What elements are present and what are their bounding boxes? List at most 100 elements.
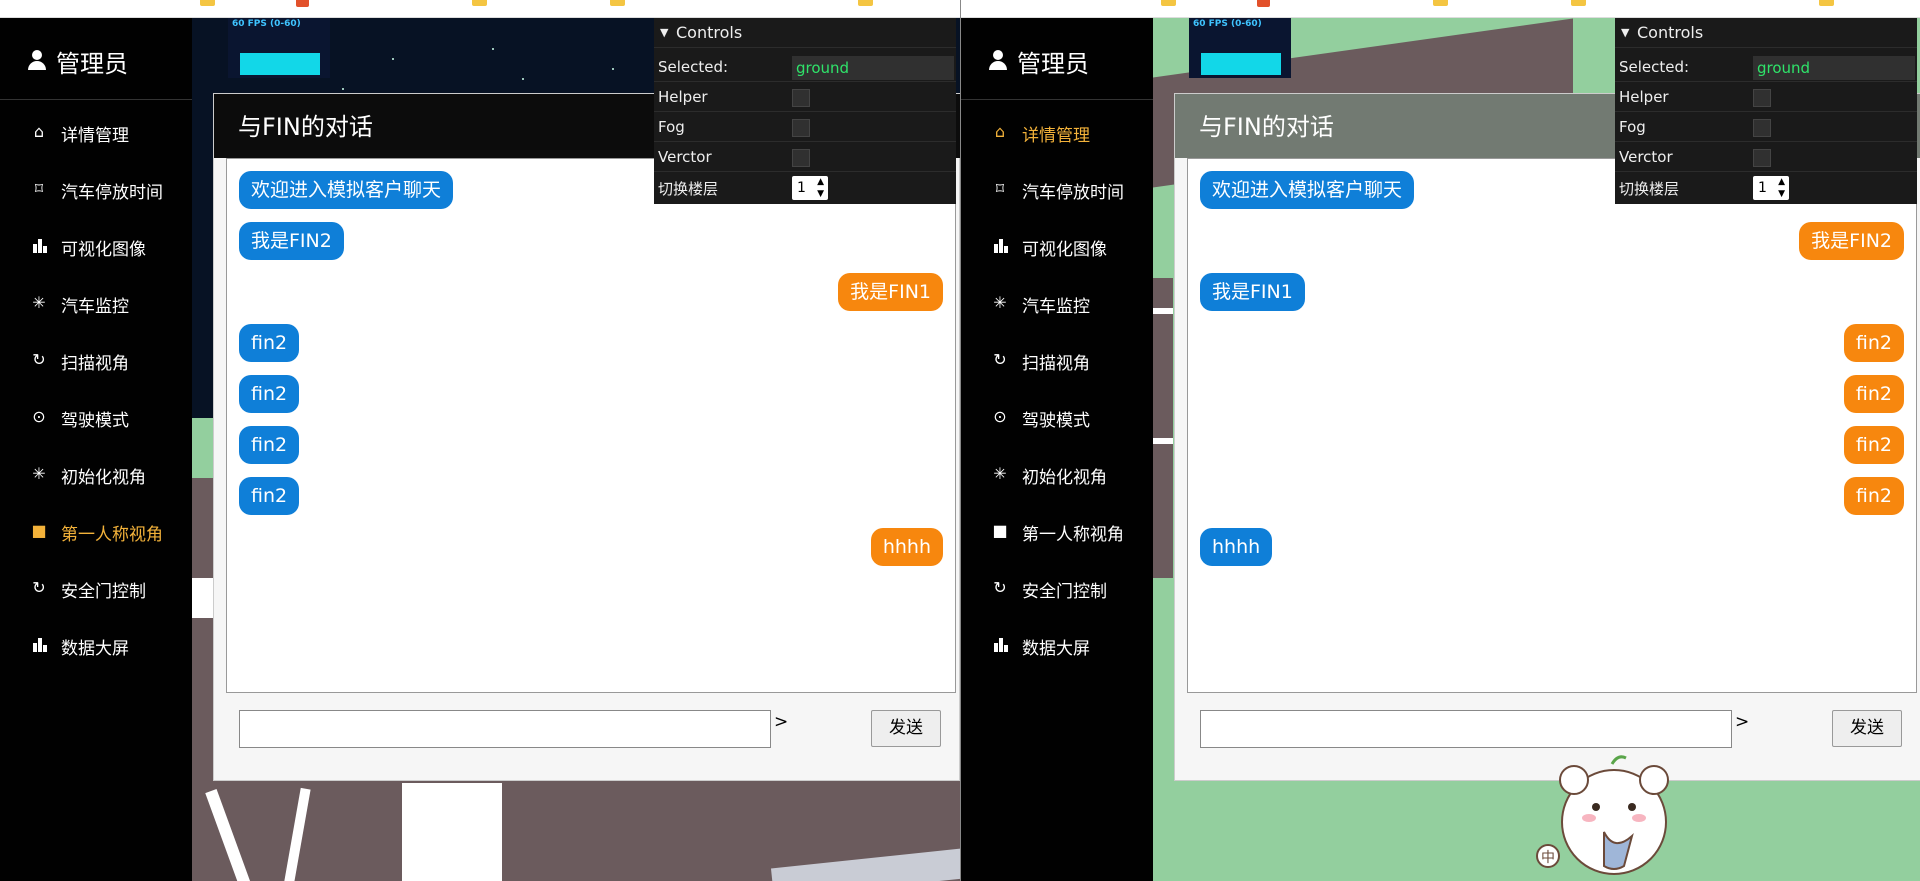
bar-chart-icon bbox=[991, 237, 1009, 255]
bookmark-site[interactable] bbox=[1257, 0, 1276, 9]
folder-icon bbox=[1819, 0, 1834, 6]
nav-item[interactable]: ✳ 初始化视角 bbox=[0, 454, 192, 494]
chat-message: fin2 bbox=[1843, 426, 1904, 464]
gui-controls-panel: ▼ Controls Selected: ground Helper Fog V… bbox=[654, 18, 956, 204]
star bbox=[492, 48, 494, 50]
user-icon bbox=[28, 50, 46, 70]
nav-item-label: 初始化视角 bbox=[1022, 468, 1107, 488]
nav-item[interactable]: 可视化图像 bbox=[961, 226, 1153, 266]
bookmark-folder[interactable] bbox=[610, 0, 631, 9]
fog-checkbox[interactable] bbox=[792, 119, 810, 137]
fog-label: Fog bbox=[658, 118, 685, 136]
home-icon: ⌂ bbox=[994, 122, 1006, 141]
nav-item-label: 初始化视角 bbox=[61, 468, 146, 488]
helper-checkbox[interactable] bbox=[792, 89, 810, 107]
left-panel: 管理员 ⌂ 详情管理 ⌑ 汽车停放时间 可视化图像 ✳ 汽车监控 ↻ 扫描视角 ⊙ 驾驶模式 ✳ 初始化… bbox=[0, 0, 960, 881]
folder-icon bbox=[1161, 0, 1176, 6]
chat-message: hhhh bbox=[1200, 528, 1273, 566]
spinner-icon: ✳ bbox=[32, 464, 46, 483]
chat-input[interactable] bbox=[239, 710, 771, 748]
helper-row: Helper bbox=[654, 83, 956, 112]
vector-label: Verctor bbox=[1619, 148, 1673, 166]
fog-row: Fog bbox=[654, 113, 956, 142]
vector-checkbox[interactable] bbox=[1753, 149, 1771, 167]
vector-label: Verctor bbox=[658, 148, 712, 166]
nav-item-label: 汽车停放时间 bbox=[61, 183, 163, 203]
controls-header[interactable]: ▼ Controls bbox=[1615, 18, 1917, 48]
nav-item[interactable]: ⌑ 汽车停放时间 bbox=[0, 169, 192, 209]
nav-item[interactable]: ↻ 扫描视角 bbox=[0, 340, 192, 380]
selected-field[interactable]: ground bbox=[792, 56, 954, 80]
star bbox=[392, 58, 394, 60]
nav-item[interactable]: ✳ 汽车监控 bbox=[961, 283, 1153, 323]
stepper-arrows-icon: ▲ ▼ bbox=[1778, 177, 1785, 199]
nav-item[interactable]: 数据大屏 bbox=[0, 625, 192, 665]
selected-field[interactable]: ground bbox=[1753, 56, 1915, 80]
chat-message: fin2 bbox=[1843, 477, 1904, 515]
nav-item[interactable]: ⊙ 驾驶模式 bbox=[0, 397, 192, 437]
controls-header[interactable]: ▼ Controls bbox=[654, 18, 956, 48]
fog-row: Fog bbox=[1615, 113, 1917, 142]
fog-label: Fog bbox=[1619, 118, 1646, 136]
location-icon: ⊙ bbox=[993, 407, 1007, 426]
bookmark-icon: ⌑ bbox=[34, 179, 44, 198]
nav-item-label: 驾驶模式 bbox=[61, 411, 129, 431]
floor-select[interactable]: 1 ▲ ▼ bbox=[1753, 176, 1789, 200]
chat-messages: 欢迎进入模拟客户聊天 我是FIN2 我是FIN1 fin2 fin2 fin2 fin2 hh… bbox=[226, 158, 956, 693]
vector-checkbox[interactable] bbox=[792, 149, 810, 167]
location-icon: ⊙ bbox=[32, 407, 46, 426]
scene-white-block bbox=[402, 783, 502, 881]
floor-label: 切换楼层 bbox=[1619, 180, 1680, 198]
bookmark-folder[interactable] bbox=[858, 0, 879, 9]
bookmark-folder[interactable] bbox=[200, 0, 221, 9]
chat-title: 与FIN的对话 bbox=[1199, 113, 1334, 141]
prompt-symbol: > bbox=[1735, 712, 1750, 732]
nav-item[interactable]: ⌂ 详情管理 bbox=[961, 112, 1153, 152]
bookmark-folder[interactable] bbox=[1433, 0, 1454, 9]
prompt-symbol: > bbox=[774, 712, 789, 732]
nav-item-label: 数据大屏 bbox=[61, 639, 129, 659]
chat-message: 我是FIN1 bbox=[838, 273, 943, 311]
nav-item-label: 可视化图像 bbox=[1022, 240, 1107, 260]
spinner-icon: ✳ bbox=[32, 293, 46, 312]
nav-item[interactable]: ⌑ 汽车停放时间 bbox=[961, 169, 1153, 209]
floor-value: 1 bbox=[1758, 180, 1767, 196]
nav-item[interactable]: 数据大屏 bbox=[961, 625, 1153, 665]
nav-item[interactable]: ⌂ 详情管理 bbox=[0, 112, 192, 152]
nav-item-label: 汽车停放时间 bbox=[1022, 183, 1124, 203]
nav-item[interactable]: ■ 第一人称视角 bbox=[961, 511, 1153, 551]
send-button[interactable]: 发送 bbox=[871, 710, 941, 747]
fps-text: 60 FPS (0-60) bbox=[1193, 19, 1262, 29]
bookmark-folder[interactable] bbox=[472, 0, 493, 9]
fps-meter: 60 FPS (0-60) bbox=[1189, 18, 1291, 78]
nav-item[interactable]: ⊙ 驾驶模式 bbox=[961, 397, 1153, 437]
nav-item[interactable]: 可视化图像 bbox=[0, 226, 192, 266]
bookmark-folder[interactable] bbox=[1161, 0, 1182, 9]
folder-icon bbox=[1433, 0, 1448, 6]
folder-icon bbox=[472, 0, 487, 6]
chat-message: 我是FIN1 bbox=[1200, 273, 1305, 311]
home-icon: ⌂ bbox=[33, 122, 45, 141]
nav-item[interactable]: ✳ 汽车监控 bbox=[0, 283, 192, 323]
send-button[interactable]: 发送 bbox=[1832, 710, 1902, 747]
bookmark-site[interactable] bbox=[296, 0, 315, 9]
controls-title: Controls bbox=[676, 23, 743, 42]
nav-item[interactable]: ✳ 初始化视角 bbox=[961, 454, 1153, 494]
nav-item-label: 汽车监控 bbox=[1022, 297, 1090, 317]
chat-input[interactable] bbox=[1200, 710, 1732, 748]
nav-item[interactable]: ↻ 安全门控制 bbox=[961, 568, 1153, 608]
nav-item-label: 数据大屏 bbox=[1022, 639, 1090, 659]
bookmark-folder[interactable] bbox=[1819, 0, 1840, 9]
floor-select[interactable]: 1 ▲ ▼ bbox=[792, 176, 828, 200]
fps-bar bbox=[240, 53, 320, 75]
scene-white-line bbox=[1153, 308, 1173, 314]
nav-item-label: 第一人称视角 bbox=[61, 525, 163, 545]
nav-item[interactable]: ↻ 扫描视角 bbox=[961, 340, 1153, 380]
fog-checkbox[interactable] bbox=[1753, 119, 1771, 137]
sidebar: 管理员 ⌂ 详情管理 ⌑ 汽车停放时间 可视化图像 ✳ 汽车监控 ↻ 扫描视角 ⊙ 驾驶模式 ✳ 初始化… bbox=[0, 18, 192, 881]
bookmark-folder[interactable] bbox=[1571, 0, 1592, 9]
fps-bar bbox=[1201, 53, 1281, 75]
nav-item[interactable]: ■ 第一人称视角 bbox=[0, 511, 192, 551]
nav-item[interactable]: ↻ 安全门控制 bbox=[0, 568, 192, 608]
helper-checkbox[interactable] bbox=[1753, 89, 1771, 107]
